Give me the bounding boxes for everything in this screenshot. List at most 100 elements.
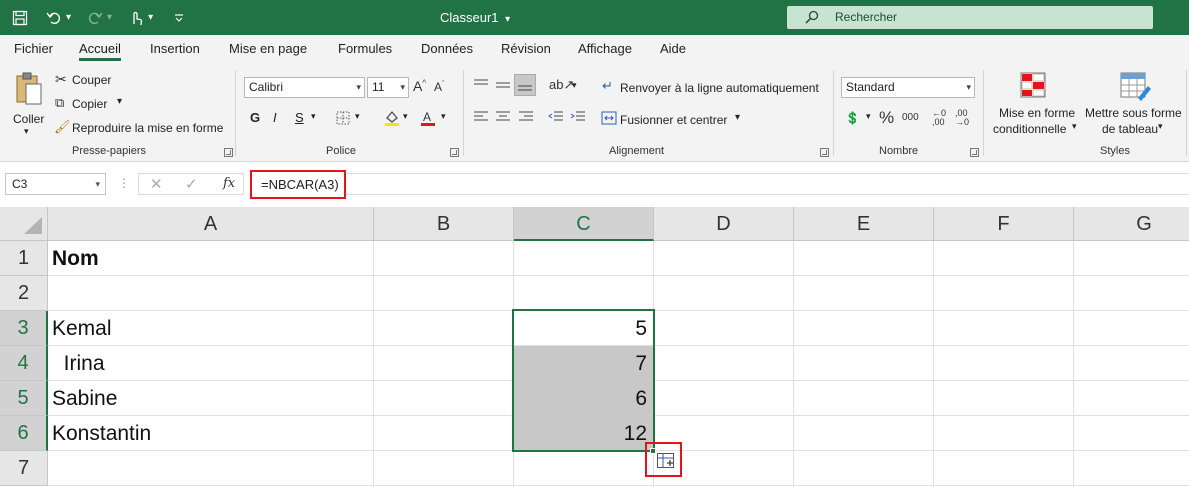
search-box[interactable]: Rechercher xyxy=(787,6,1153,29)
cell-a4[interactable]: Irina xyxy=(52,346,372,381)
customize-qat-icon[interactable] xyxy=(169,6,189,30)
cell-a1[interactable]: Nom xyxy=(52,241,372,276)
row-header-1[interactable]: 1 xyxy=(0,241,48,276)
merge-dropdown-icon[interactable]: ▾ xyxy=(735,112,740,123)
cell-a3[interactable]: Kemal xyxy=(52,311,372,346)
accounting-format-icon[interactable]: 💲 xyxy=(845,111,860,125)
row-header-7[interactable]: 7 xyxy=(0,451,48,486)
increase-decimal-icon[interactable]: ←0,00 xyxy=(932,109,946,127)
bold-button[interactable]: G xyxy=(250,110,260,125)
align-bottom-button[interactable] xyxy=(514,74,536,96)
row-header-2[interactable]: 2 xyxy=(0,276,48,311)
copy-dropdown-icon[interactable]: ▾ xyxy=(117,96,122,107)
align-middle-icon[interactable] xyxy=(495,78,511,92)
cancel-icon[interactable]: ✕ xyxy=(150,175,163,193)
underline-button[interactable]: S xyxy=(295,110,304,125)
paste-button[interactable]: Coller ▾ xyxy=(8,70,48,136)
touch-mode-icon[interactable] xyxy=(126,6,146,30)
quick-analysis-button[interactable] xyxy=(645,442,682,477)
formula-input-area[interactable] xyxy=(346,173,1189,195)
wrap-text-button[interactable]: Renvoyer à la ligne automatiquement xyxy=(620,81,819,95)
font-color-icon[interactable]: A xyxy=(420,109,436,127)
column-header-f[interactable]: F xyxy=(934,207,1074,241)
name-box[interactable]: C3 ▾ xyxy=(5,173,106,195)
accounting-dropdown-icon[interactable]: ▾ xyxy=(866,111,871,122)
paste-dropdown-icon[interactable]: ▾ xyxy=(24,126,29,137)
cell-a6[interactable]: Konstantin xyxy=(52,416,372,451)
font-name-select[interactable]: Calibri ▾ xyxy=(244,77,365,98)
tab-formules[interactable]: Formules xyxy=(338,35,392,64)
number-launcher-icon[interactable] xyxy=(970,148,979,157)
number-format-select[interactable]: Standard ▾ xyxy=(841,77,975,98)
tab-accueil[interactable]: Accueil xyxy=(79,35,121,64)
tab-fichier[interactable]: Fichier xyxy=(14,35,53,64)
column-header-g[interactable]: G xyxy=(1074,207,1189,241)
cell-c3[interactable]: 5 xyxy=(514,311,652,346)
conditional-formatting-label-2[interactable]: conditionnelle xyxy=(993,122,1066,136)
tab-aide[interactable]: Aide xyxy=(660,35,686,64)
thousands-separator-icon[interactable]: 000 xyxy=(902,112,919,123)
tab-affichage[interactable]: Affichage xyxy=(578,35,632,64)
column-header-e[interactable]: E xyxy=(794,207,934,241)
conditional-formatting-label-1[interactable]: Mise en forme xyxy=(999,106,1075,120)
font-color-dropdown-icon[interactable]: ▾ xyxy=(441,111,446,122)
row-header-6[interactable]: 6 xyxy=(0,416,48,451)
row-header-4[interactable]: 4 xyxy=(0,346,48,381)
save-icon[interactable] xyxy=(10,6,30,30)
insert-function-icon[interactable]: fx xyxy=(223,176,235,191)
clipboard-launcher-icon[interactable] xyxy=(224,148,233,157)
underline-dropdown-icon[interactable]: ▾ xyxy=(311,111,316,122)
font-launcher-icon[interactable] xyxy=(450,148,459,157)
align-right-icon[interactable] xyxy=(518,110,534,124)
merge-center-button[interactable]: Fusionner et centrer xyxy=(620,113,727,127)
undo-icon[interactable] xyxy=(44,6,64,30)
redo-icon[interactable] xyxy=(85,6,105,30)
cut-button[interactable]: Couper xyxy=(72,73,111,87)
enter-icon[interactable]: ✓ xyxy=(185,175,198,193)
fill-color-dropdown-icon[interactable]: ▾ xyxy=(403,111,408,122)
tab-revision[interactable]: Révision xyxy=(501,35,551,64)
fill-color-icon[interactable] xyxy=(383,109,401,127)
align-center-icon[interactable] xyxy=(495,110,511,124)
column-header-b[interactable]: B xyxy=(374,207,514,241)
column-header-a[interactable]: A xyxy=(48,207,374,241)
cell-c6[interactable]: 12 xyxy=(514,416,652,451)
font-size-select[interactable]: 11 ▾ xyxy=(367,77,409,98)
orientation-icon[interactable]: ab↗ xyxy=(549,77,574,93)
increase-font-icon[interactable]: A^ xyxy=(413,78,426,94)
row-header-3[interactable]: 3 xyxy=(0,311,48,346)
format-as-table-label-1[interactable]: Mettre sous forme xyxy=(1085,106,1182,120)
row-header-5[interactable]: 5 xyxy=(0,381,48,416)
italic-button[interactable]: I xyxy=(273,110,277,125)
tab-mise-en-page[interactable]: Mise en page xyxy=(229,35,307,64)
formula-input[interactable]: =NBCAR(A3) xyxy=(250,170,346,199)
borders-dropdown-icon[interactable]: ▾ xyxy=(355,111,360,122)
redo-dropdown-icon[interactable]: ▾ xyxy=(107,12,112,23)
undo-dropdown-icon[interactable]: ▾ xyxy=(66,12,71,23)
column-header-c[interactable]: C xyxy=(514,207,654,241)
tab-insertion[interactable]: Insertion xyxy=(150,35,200,64)
column-header-d[interactable]: D xyxy=(654,207,794,241)
decrease-decimal-icon[interactable]: ,00 →0 xyxy=(955,109,969,127)
decrease-indent-icon[interactable] xyxy=(548,110,564,124)
increase-indent-icon[interactable] xyxy=(570,110,586,124)
align-left-icon[interactable] xyxy=(473,110,489,124)
format-as-table-dropdown-icon[interactable]: ▾ xyxy=(1158,121,1163,132)
format-painter-button[interactable]: Reproduire la mise en forme xyxy=(72,121,223,135)
conditional-formatting-dropdown-icon[interactable]: ▾ xyxy=(1072,121,1077,132)
decrease-font-icon[interactable]: Aˇ xyxy=(434,80,444,94)
align-top-icon[interactable] xyxy=(473,78,489,92)
percent-icon[interactable]: % xyxy=(879,108,894,128)
copy-button[interactable]: Copier xyxy=(72,97,107,111)
select-all-button[interactable] xyxy=(0,207,48,241)
borders-icon[interactable] xyxy=(336,111,350,125)
tab-donnees[interactable]: Données xyxy=(421,35,473,64)
window-title[interactable]: Classeur1 ▾ xyxy=(440,0,510,35)
cell-c5[interactable]: 6 xyxy=(514,381,652,416)
orientation-dropdown-icon[interactable]: ▾ xyxy=(572,80,577,91)
cell-a5[interactable]: Sabine xyxy=(52,381,372,416)
cell-c4[interactable]: 7 xyxy=(514,346,652,381)
touch-mode-dropdown-icon[interactable]: ▾ xyxy=(148,12,153,23)
alignment-launcher-icon[interactable] xyxy=(820,148,829,157)
format-as-table-label-2[interactable]: de tableau xyxy=(1102,122,1158,136)
